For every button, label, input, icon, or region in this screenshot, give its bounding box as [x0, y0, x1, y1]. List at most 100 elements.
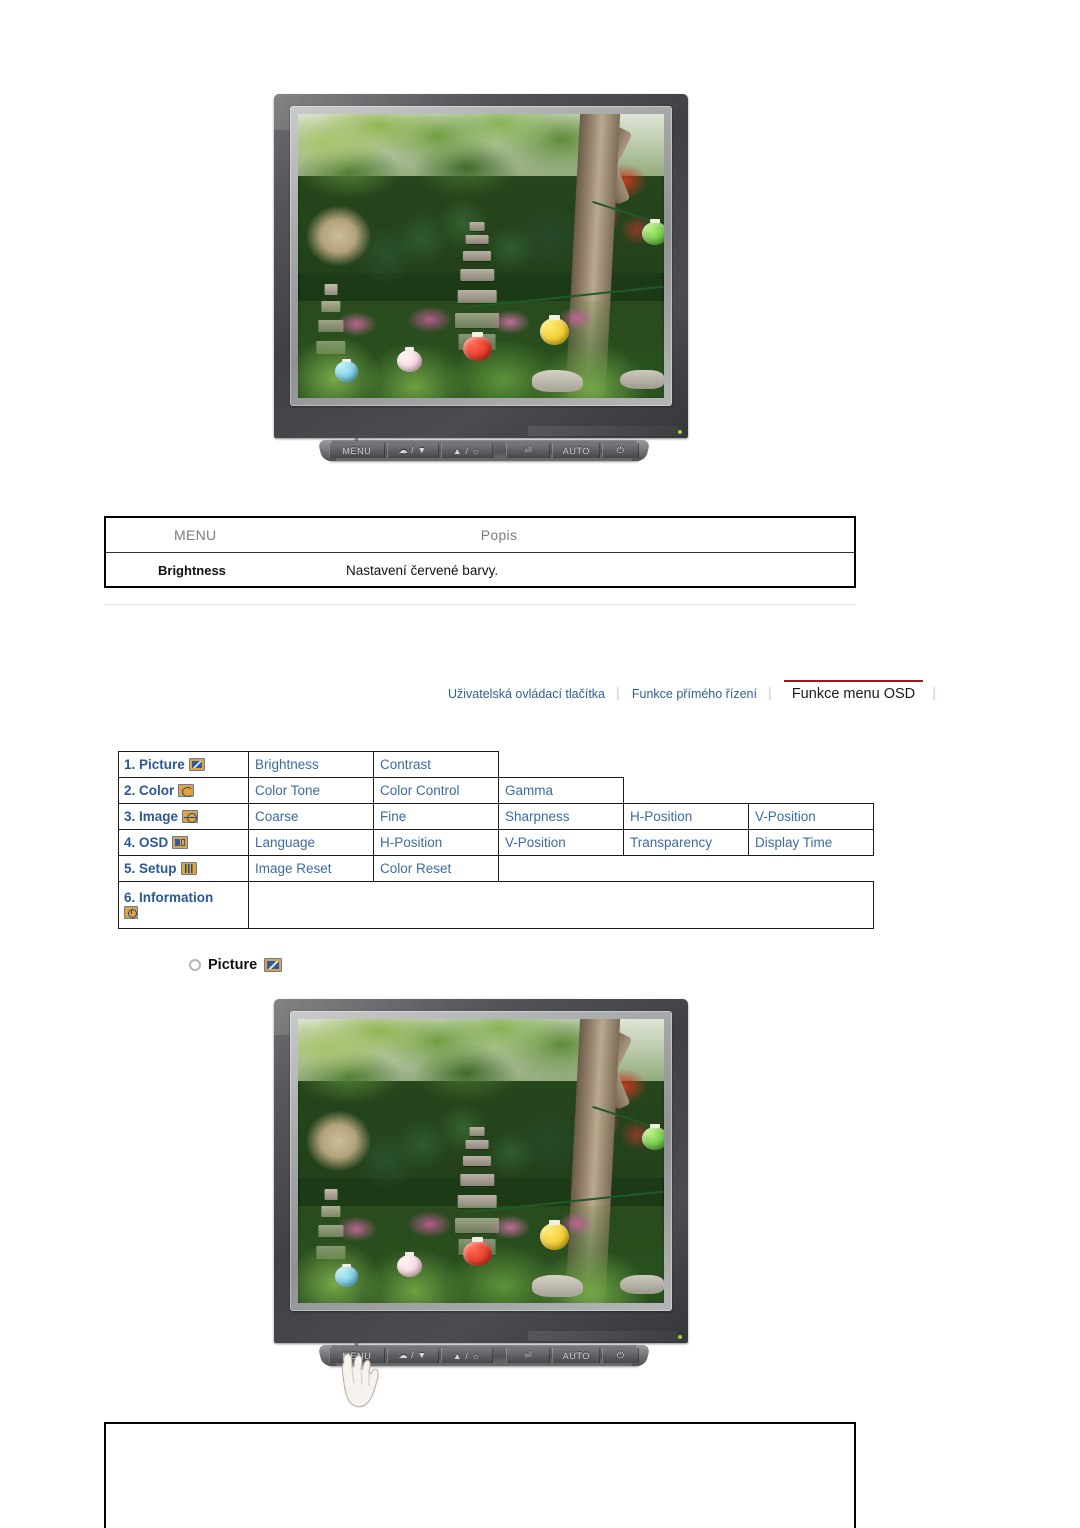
osd-row-label-image[interactable]: 3. Image [118, 803, 249, 830]
bezel-silkscreen-marks [528, 1331, 678, 1341]
menu-button[interactable]: MENU [329, 443, 385, 458]
osd-item-language[interactable]: Language [248, 829, 374, 856]
osd-cell-empty [624, 856, 749, 882]
osd-item-h-position[interactable]: H-Position [623, 803, 749, 830]
osd-item-transparency[interactable]: Transparency [623, 829, 749, 856]
section-divider [104, 604, 856, 605]
osd-icon [172, 836, 189, 849]
osd-label-text: 3. Image [124, 809, 179, 824]
auto-button[interactable]: AUTO [552, 1348, 601, 1363]
scene-rock-left [532, 369, 584, 393]
osd-row-label-color[interactable]: 2. Color [118, 777, 249, 804]
table-row: 2. Color Color Tone Color Control Gamma [118, 777, 874, 804]
picture-section-heading: Picture [189, 957, 283, 973]
osd-label-text: 6. Information [124, 890, 214, 905]
picture-icon [264, 958, 283, 972]
power-button[interactable]: ⏻ [602, 443, 639, 458]
osd-item-color-reset[interactable]: Color Reset [373, 855, 499, 882]
bottom-content-box [104, 1422, 856, 1528]
column-header-popis: Popis [480, 527, 518, 543]
osd-item-color-tone[interactable]: Color Tone [248, 777, 374, 804]
nav-separator-2: │ [766, 688, 774, 700]
monitor-chassis [274, 94, 688, 438]
osd-label-text: 2. Color [124, 783, 175, 798]
button-bar-gap [495, 1348, 505, 1363]
scene-rock-left [532, 1274, 584, 1298]
auto-button[interactable]: AUTO [552, 443, 601, 458]
table-row: 4. OSD Language H-Position V-Position Tr… [118, 829, 874, 856]
osd-row-information-empty [248, 881, 874, 929]
table-row: 1. Picture Brightness Contrast [118, 751, 874, 778]
ring-bullet-icon [189, 959, 201, 971]
osd-cell-empty [749, 856, 874, 882]
osd-cell-empty [749, 752, 874, 778]
image-icon [182, 810, 199, 823]
table-header-row: MENU Popis [106, 518, 854, 553]
menu-description-table: MENU Popis Brightness Nastavení červené … [104, 516, 856, 588]
row-description-text: Nastavení červené barvy. [346, 563, 499, 578]
osd-item-h-position[interactable]: H-Position [373, 829, 499, 856]
breadcrumb-nav: Uživatelská ovládací tlačítka │ Funkce p… [446, 673, 946, 703]
brightness-down-button[interactable]: ☁ / ▼ [386, 443, 439, 458]
nav-item-user-control-buttons[interactable]: Uživatelská ovládací tlačítka [446, 683, 607, 703]
osd-item-color-control[interactable]: Color Control [373, 777, 499, 804]
monitor-illustration-bottom: ||| MENU ☁ / ▼ ▲ / ☼ ⏎ AUTO ⏻ [274, 999, 694, 1366]
osd-row-label-setup[interactable]: 5. Setup [118, 855, 249, 882]
osd-item-sharpness[interactable]: Sharpness [498, 803, 624, 830]
scene-rock-right [620, 369, 664, 390]
scene-autumn-foliage-left [301, 199, 375, 274]
monitor-illustration-top: ||| MENU ☁ / ▼ ▲ / ☼ ⏎ AUTO ⏻ [274, 94, 694, 461]
osd-item-v-position[interactable]: V-Position [748, 803, 874, 830]
enter-button[interactable]: ⏎ [506, 443, 551, 458]
button-bar-gap [495, 443, 505, 458]
osd-item-contrast[interactable]: Contrast [373, 751, 499, 778]
osd-cell-empty [624, 752, 749, 778]
enter-button[interactable]: ⏎ [506, 1348, 551, 1363]
monitor-bezel [290, 1011, 672, 1311]
scene-lantern-green [642, 219, 664, 245]
brightness-up-button[interactable]: ▲ / ☼ [440, 443, 493, 458]
page-title: Picture [208, 957, 258, 973]
osd-item-display-time[interactable]: Display Time [748, 829, 874, 856]
monitor-chassis [274, 999, 688, 1343]
scene-lantern-red [462, 332, 492, 362]
monitor-screen [298, 114, 664, 398]
osd-item-brightness[interactable]: Brightness [248, 751, 374, 778]
scene-autumn-foliage-left [301, 1104, 375, 1179]
osd-item-v-position[interactable]: V-Position [498, 829, 624, 856]
table-row: 5. Setup Image Reset Color Reset [118, 855, 874, 882]
table-row: 3. Image Coarse Fine Sharpness H-Positio… [118, 803, 874, 830]
monitor-screen [298, 1019, 664, 1303]
nav-separator-3: │ [931, 688, 939, 700]
color-icon [178, 784, 195, 797]
brightness-down-button[interactable]: ☁ / ▼ [386, 1348, 439, 1363]
osd-row-label-information[interactable]: 6. Information [118, 881, 249, 929]
osd-cell-empty [749, 778, 874, 804]
osd-label-text: 4. OSD [124, 835, 169, 850]
menu-dots-marker: ||| [354, 431, 359, 441]
osd-item-image-reset[interactable]: Image Reset [248, 855, 374, 882]
power-led-indicator [678, 1335, 682, 1339]
table-row: 6. Information [118, 881, 874, 929]
nav-separator-1: │ [615, 688, 622, 700]
osd-item-gamma[interactable]: Gamma [498, 777, 624, 804]
information-icon [124, 906, 138, 919]
osd-label-text: 5. Setup [124, 861, 177, 876]
osd-item-coarse[interactable]: Coarse [248, 803, 374, 830]
osd-row-label-osd[interactable]: 4. OSD [118, 829, 249, 856]
monitor-button-bar-top: ||| MENU ☁ / ▼ ▲ / ☼ ⏎ AUTO ⏻ [328, 431, 640, 461]
power-button[interactable]: ⏻ [602, 1348, 639, 1363]
osd-row-label-picture[interactable]: 1. Picture [118, 751, 249, 778]
table-row: Brightness Nastavení červené barvy. [106, 553, 854, 588]
osd-function-table: 1. Picture Brightness Contrast 2. Color … [118, 751, 874, 929]
osd-cell-empty [499, 752, 624, 778]
nav-item-direct-control[interactable]: Funkce přímého řízení [630, 683, 759, 703]
osd-item-fine[interactable]: Fine [373, 803, 499, 830]
scene-lantern-red [462, 1237, 492, 1267]
row-menu-name: Brightness [158, 563, 226, 578]
monitor-bezel [290, 106, 672, 406]
nav-item-osd-menu-functions[interactable]: Funkce menu OSD [783, 680, 924, 703]
brightness-up-button[interactable]: ▲ / ☼ [440, 1348, 493, 1363]
osd-cell-empty [624, 778, 749, 804]
picture-icon [188, 758, 205, 771]
